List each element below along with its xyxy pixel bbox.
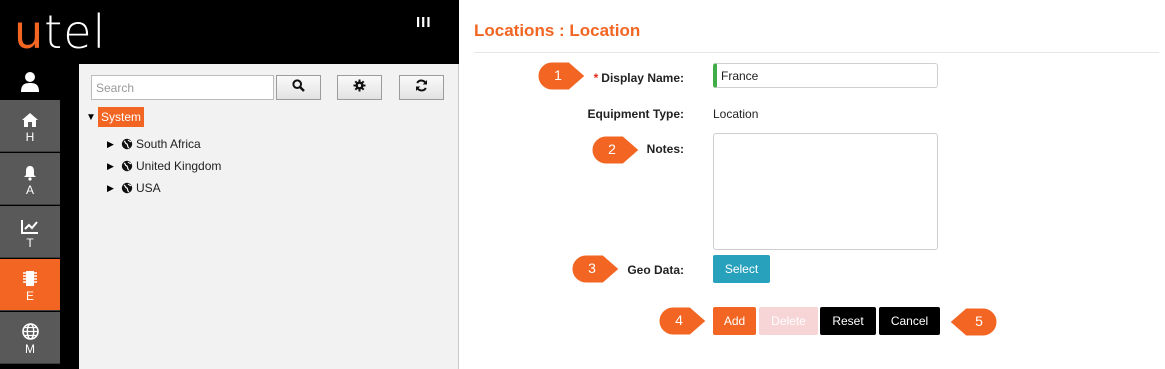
search-icon — [292, 78, 305, 97]
rail-item-label: H — [25, 130, 35, 144]
page-title: Locations : Location — [474, 21, 641, 40]
chip-icon — [0, 259, 60, 287]
geo-select-button[interactable]: Select — [713, 255, 770, 283]
equipment-type-value: Location — [713, 107, 759, 121]
nav-rail: H A T E M — [0, 64, 79, 369]
search-button[interactable] — [276, 75, 321, 100]
user-icon[interactable] — [0, 64, 60, 100]
callout-marker-3: 3 — [571, 254, 621, 284]
equipment-type-label: Equipment Type: — [587, 107, 684, 121]
tree-item-united-kingdom[interactable]: ▶ United Kingdom — [107, 159, 221, 173]
cancel-button[interactable]: Cancel — [879, 307, 940, 335]
display-name-input[interactable] — [713, 63, 938, 88]
globe-icon — [0, 312, 60, 340]
tree-panel: ▼ System ▶ South Africa ▶ United Kingdom… — [79, 64, 459, 369]
callout-marker-4: 4 — [658, 306, 708, 336]
top-bar: utel III — [0, 0, 459, 64]
display-name-label: * Display Name: — [593, 71, 684, 85]
required-marker: * — [593, 71, 599, 85]
tree-item-label: South Africa — [136, 137, 201, 151]
notes-textarea[interactable] — [713, 133, 938, 250]
tree-item-usa[interactable]: ▶ USA — [107, 181, 161, 195]
menu-toggle-button[interactable]: III — [416, 14, 432, 31]
callout-marker-2: 2 — [591, 135, 641, 165]
refresh-icon — [415, 79, 428, 97]
tree-root[interactable]: ▼ System — [86, 107, 145, 127]
home-icon — [0, 100, 60, 128]
tree-item-south-africa[interactable]: ▶ South Africa — [107, 137, 201, 151]
bell-icon — [0, 153, 60, 181]
content-panel: Locations : Location *Display Name: Equi… — [460, 0, 1165, 369]
rail-item-label: E — [25, 289, 34, 303]
globe-icon — [121, 138, 133, 150]
callout-marker-5: 5 — [948, 307, 998, 337]
rail-item-trends[interactable]: T — [0, 206, 60, 258]
title-divider — [474, 52, 1159, 53]
settings-button[interactable] — [337, 75, 382, 100]
rail-item-label: M — [25, 342, 35, 356]
caret-right-icon[interactable]: ▶ — [107, 183, 121, 194]
search-input[interactable] — [91, 75, 274, 100]
caret-right-icon[interactable]: ▶ — [107, 139, 121, 150]
add-button[interactable]: Add — [713, 307, 756, 335]
trend-chart-icon — [0, 206, 60, 234]
callout-marker-1: 1 — [537, 61, 587, 91]
globe-icon — [121, 182, 133, 194]
rail-item-label: T — [26, 236, 34, 250]
gear-icon — [353, 79, 366, 97]
reset-button[interactable]: Reset — [820, 307, 876, 335]
caret-down-icon[interactable]: ▼ — [86, 112, 97, 123]
tree-item-label: USA — [136, 181, 161, 195]
refresh-button[interactable] — [399, 75, 444, 100]
tree-item-label: United Kingdom — [136, 159, 222, 173]
rail-item-label: A — [25, 183, 34, 197]
rail-item-map[interactable]: M — [0, 312, 60, 364]
rail-item-home[interactable]: H — [0, 100, 60, 152]
utel-logo: utel — [14, 5, 107, 59]
globe-icon — [121, 160, 133, 172]
caret-right-icon[interactable]: ▶ — [107, 161, 121, 172]
rail-item-alarms[interactable]: A — [0, 153, 60, 205]
rail-item-equipment[interactable]: E — [0, 259, 60, 311]
delete-button: Delete — [759, 307, 818, 335]
tree-root-label[interactable]: System — [98, 107, 145, 127]
